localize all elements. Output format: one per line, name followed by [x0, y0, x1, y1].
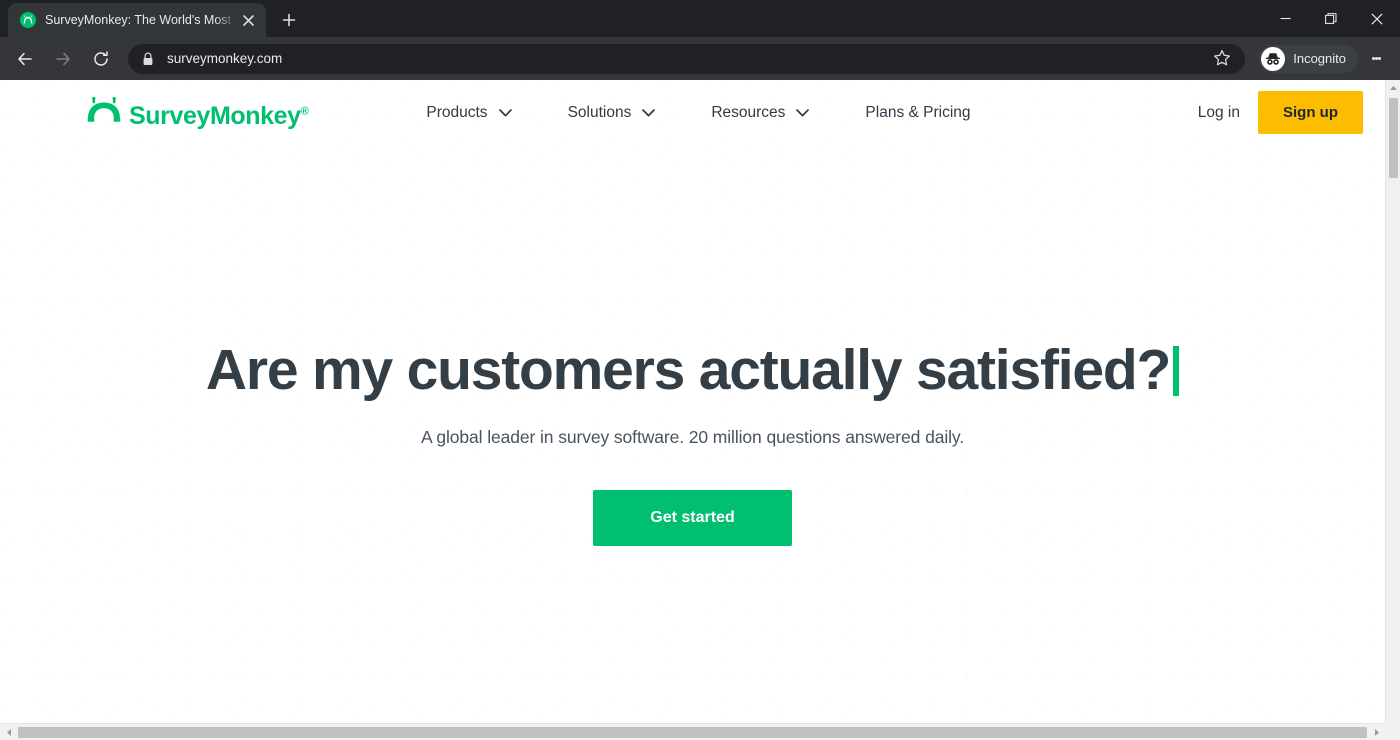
arrow-left-icon — [18, 52, 32, 65]
chevron-down-icon — [498, 108, 512, 117]
logo-wordmark: SurveyMonkey® — [129, 101, 309, 130]
close-icon[interactable] — [238, 10, 258, 30]
hero-subhead: A global leader in survey software. 20 m… — [420, 426, 965, 447]
hero-section: Are my customers actually satisfied? A g… — [0, 145, 1385, 546]
get-started-button[interactable]: Get started — [593, 489, 792, 546]
nav-item-plans-pricing[interactable]: Plans & Pricing — [865, 94, 970, 132]
hero-cta-wrap: Get started — [0, 489, 1385, 546]
lock-icon — [142, 52, 156, 66]
back-button[interactable] — [9, 43, 41, 75]
kebab-menu-icon[interactable] — [1362, 45, 1390, 73]
tab-strip: SurveyMonkey: The World's Most — [0, 0, 1400, 37]
reload-button[interactable] — [85, 43, 117, 75]
surveymonkey-logo-icon — [86, 96, 122, 129]
maximize-restore-icon[interactable] — [1308, 0, 1354, 37]
forward-button[interactable] — [47, 43, 79, 75]
chevron-down-icon — [796, 108, 810, 117]
close-icon[interactable] — [1354, 0, 1400, 37]
browser-toolbar: surveymonkey.com Incognito — [0, 37, 1400, 80]
vertical-scrollbar-thumb[interactable] — [1389, 98, 1398, 178]
hero-headline: Are my customers actually satisfied? — [0, 338, 1385, 402]
nav-label: Solutions — [567, 103, 632, 121]
surveymonkey-homepage: SurveyMonkey® Products Solutions Resourc… — [0, 80, 1385, 723]
address-bar[interactable]: surveymonkey.com — [128, 43, 1246, 74]
scrollbar-row — [0, 723, 1400, 740]
window-controls — [1262, 0, 1400, 37]
minimize-icon[interactable] — [1262, 0, 1308, 37]
plus-icon — [282, 13, 296, 27]
nav-label: Plans & Pricing — [865, 103, 971, 121]
incognito-icon — [1261, 46, 1286, 71]
incognito-indicator[interactable]: Incognito — [1259, 44, 1358, 73]
main-nav: Products Solutions Resources Plans & Pri… — [426, 94, 970, 132]
header-actions: Log in Sign up — [1198, 91, 1363, 134]
nav-item-resources[interactable]: Resources — [711, 94, 810, 132]
nav-item-solutions[interactable]: Solutions — [568, 94, 656, 132]
reload-icon — [94, 50, 108, 66]
arrow-right-icon — [56, 52, 70, 65]
triangle-left-icon[interactable] — [0, 728, 17, 737]
chevron-down-icon — [642, 108, 656, 117]
browser-tab[interactable]: SurveyMonkey: The World's Most — [8, 3, 266, 37]
surveymonkey-favicon — [20, 12, 36, 28]
browser-window: SurveyMonkey: The World's Most surveymon… — [0, 0, 1400, 740]
nav-label: Products — [426, 103, 488, 121]
sign-up-button[interactable]: Sign up — [1258, 91, 1363, 134]
scrollbar-corner — [1385, 723, 1400, 740]
horizontal-scrollbar-thumb[interactable] — [18, 726, 1367, 738]
new-tab-button[interactable] — [275, 6, 303, 34]
horizontal-scrollbar[interactable] — [0, 723, 1385, 740]
triangle-right-icon[interactable] — [1368, 724, 1385, 740]
hero-headline-text: Are my customers actually satisfied? — [205, 338, 1171, 402]
kebab-dot — [1377, 57, 1381, 60]
page-viewport: SurveyMonkey® Products Solutions Resourc… — [0, 80, 1400, 723]
registered-mark: ® — [300, 105, 309, 118]
star-icon[interactable] — [1213, 49, 1233, 69]
incognito-label: Incognito — [1293, 51, 1346, 66]
vertical-scrollbar[interactable] — [1385, 80, 1400, 723]
nav-item-products[interactable]: Products — [426, 94, 512, 132]
nav-label: Resources — [711, 103, 786, 121]
site-header: SurveyMonkey® Products Solutions Resourc… — [0, 80, 1385, 145]
log-in-link[interactable]: Log in — [1198, 104, 1240, 122]
surveymonkey-logo[interactable]: SurveyMonkey® — [86, 96, 309, 130]
tab-title: SurveyMonkey: The World's Most — [45, 13, 232, 27]
url-text: surveymonkey.com — [167, 51, 283, 66]
typing-caret — [1173, 345, 1180, 396]
triangle-up-icon[interactable] — [1386, 80, 1400, 96]
